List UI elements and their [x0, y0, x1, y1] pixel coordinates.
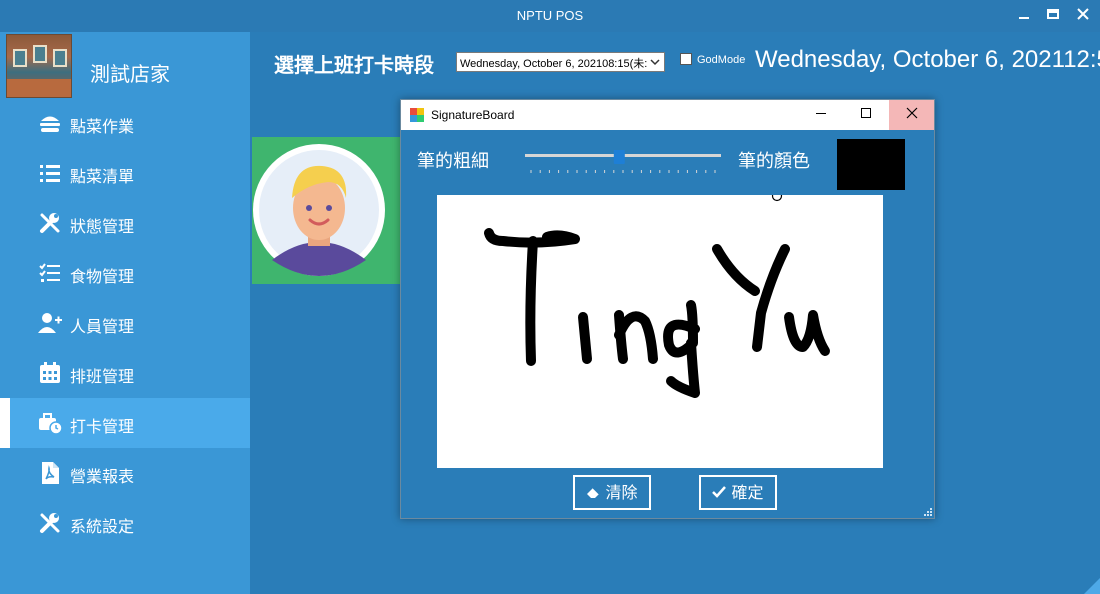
- pdf-file-icon: [42, 462, 59, 484]
- check-icon: [712, 486, 727, 498]
- close-icon: [906, 107, 917, 119]
- list-icon: [40, 165, 60, 182]
- chevron-down-icon: [650, 59, 660, 66]
- dialog-maximize-button[interactable]: [843, 100, 888, 130]
- hamburger-icon: [40, 116, 60, 132]
- app-icon: [410, 108, 424, 122]
- maximize-icon: [1047, 9, 1059, 19]
- tools-icon: [40, 513, 60, 533]
- signature-drawing: [484, 190, 830, 398]
- dialog-close-button[interactable]: [889, 100, 934, 130]
- sidebar-item-label: 打卡管理: [70, 417, 135, 436]
- dialog-title: SignatureBoard: [431, 108, 515, 122]
- maximize-icon: [860, 108, 871, 118]
- pen-width-slider[interactable]: [525, 150, 721, 180]
- employee-card[interactable]: [252, 137, 400, 284]
- tools-icon: [40, 213, 60, 233]
- clear-button[interactable]: 清除: [573, 475, 651, 510]
- app-titlebar: NPTU POS: [0, 0, 1100, 32]
- sidebar-item-schedule[interactable]: 排班管理: [0, 348, 250, 398]
- checklist-icon: [39, 263, 60, 282]
- resize-grip-icon[interactable]: [924, 508, 932, 516]
- minimize-icon: [815, 113, 826, 114]
- briefcase-clock-icon: [39, 413, 62, 435]
- confirm-button-label: 確定: [731, 483, 764, 502]
- sidebar-item-clockin[interactable]: 打卡管理: [0, 398, 250, 448]
- calendar-icon: [40, 362, 60, 383]
- sidebar-item-staff[interactable]: 人員管理: [0, 298, 250, 348]
- minimize-button[interactable]: [1011, 5, 1037, 27]
- confirm-button[interactable]: 確定: [699, 475, 777, 510]
- clear-button-label: 清除: [605, 483, 638, 502]
- close-icon: [1077, 8, 1089, 20]
- avatar: [253, 144, 385, 276]
- store-logo: [6, 34, 72, 98]
- sidebar-item-label: 人員管理: [70, 317, 135, 336]
- pen-color-label: 筆的顏色: [738, 151, 810, 172]
- pen-width-label: 筆的粗細: [417, 151, 489, 172]
- sidebar-item-order-list[interactable]: 點菜清單: [0, 148, 250, 198]
- sidebar-item-label: 營業報表: [70, 467, 135, 486]
- minimize-icon: [1019, 17, 1029, 19]
- shift-label: 選擇上班打卡時段: [274, 53, 434, 77]
- slider-thumb[interactable]: [613, 150, 625, 164]
- checkbox-box[interactable]: [680, 53, 692, 65]
- sidebar-item-settings[interactable]: 系統設定: [0, 498, 250, 548]
- sidebar-item-reports[interactable]: 營業報表: [0, 448, 250, 498]
- dialog-minimize-button[interactable]: [798, 100, 843, 130]
- sidebar-item-label: 狀態管理: [70, 217, 135, 236]
- close-button[interactable]: [1070, 5, 1096, 27]
- pen-color-swatch[interactable]: [837, 139, 905, 190]
- sidebar-item-label: 排班管理: [70, 367, 135, 386]
- sidebar-item-food[interactable]: 食物管理: [0, 248, 250, 298]
- maximize-button[interactable]: [1040, 5, 1066, 27]
- sidebar-item-label: 系統設定: [70, 517, 135, 536]
- signature-dialog: SignatureBoard 筆的粗細 筆的顏色 清除 確定: [400, 99, 935, 519]
- signature-canvas[interactable]: [437, 190, 883, 468]
- sidebar-item-label: 食物管理: [70, 267, 135, 286]
- sidebar: 測試店家 點菜作業 點菜清單 狀態管理 食物管理 人員管理 排班管理 打卡管理 …: [0, 32, 250, 594]
- add-user-icon: [38, 313, 62, 333]
- app-title: NPTU POS: [516, 8, 584, 23]
- godmode-checkbox[interactable]: GodMode: [680, 53, 745, 66]
- shift-select-value: Wednesday, October 6, 202108:15(未:: [460, 58, 648, 70]
- dialog-titlebar: SignatureBoard: [401, 100, 934, 130]
- godmode-label: GodMode: [697, 54, 746, 66]
- shift-select[interactable]: Wednesday, October 6, 202108:15(未:: [456, 52, 665, 72]
- eraser-icon: [587, 487, 600, 498]
- clock-display: Wednesday, October 6, 202112:5: [755, 46, 1100, 73]
- sidebar-item-label: 點菜清單: [70, 167, 135, 186]
- store-name: 測試店家: [90, 62, 170, 86]
- sidebar-item-order[interactable]: 點菜作業: [0, 98, 250, 148]
- window-corner-decoration: [1084, 578, 1100, 594]
- sidebar-item-status[interactable]: 狀態管理: [0, 198, 250, 248]
- sidebar-item-label: 點菜作業: [70, 117, 135, 136]
